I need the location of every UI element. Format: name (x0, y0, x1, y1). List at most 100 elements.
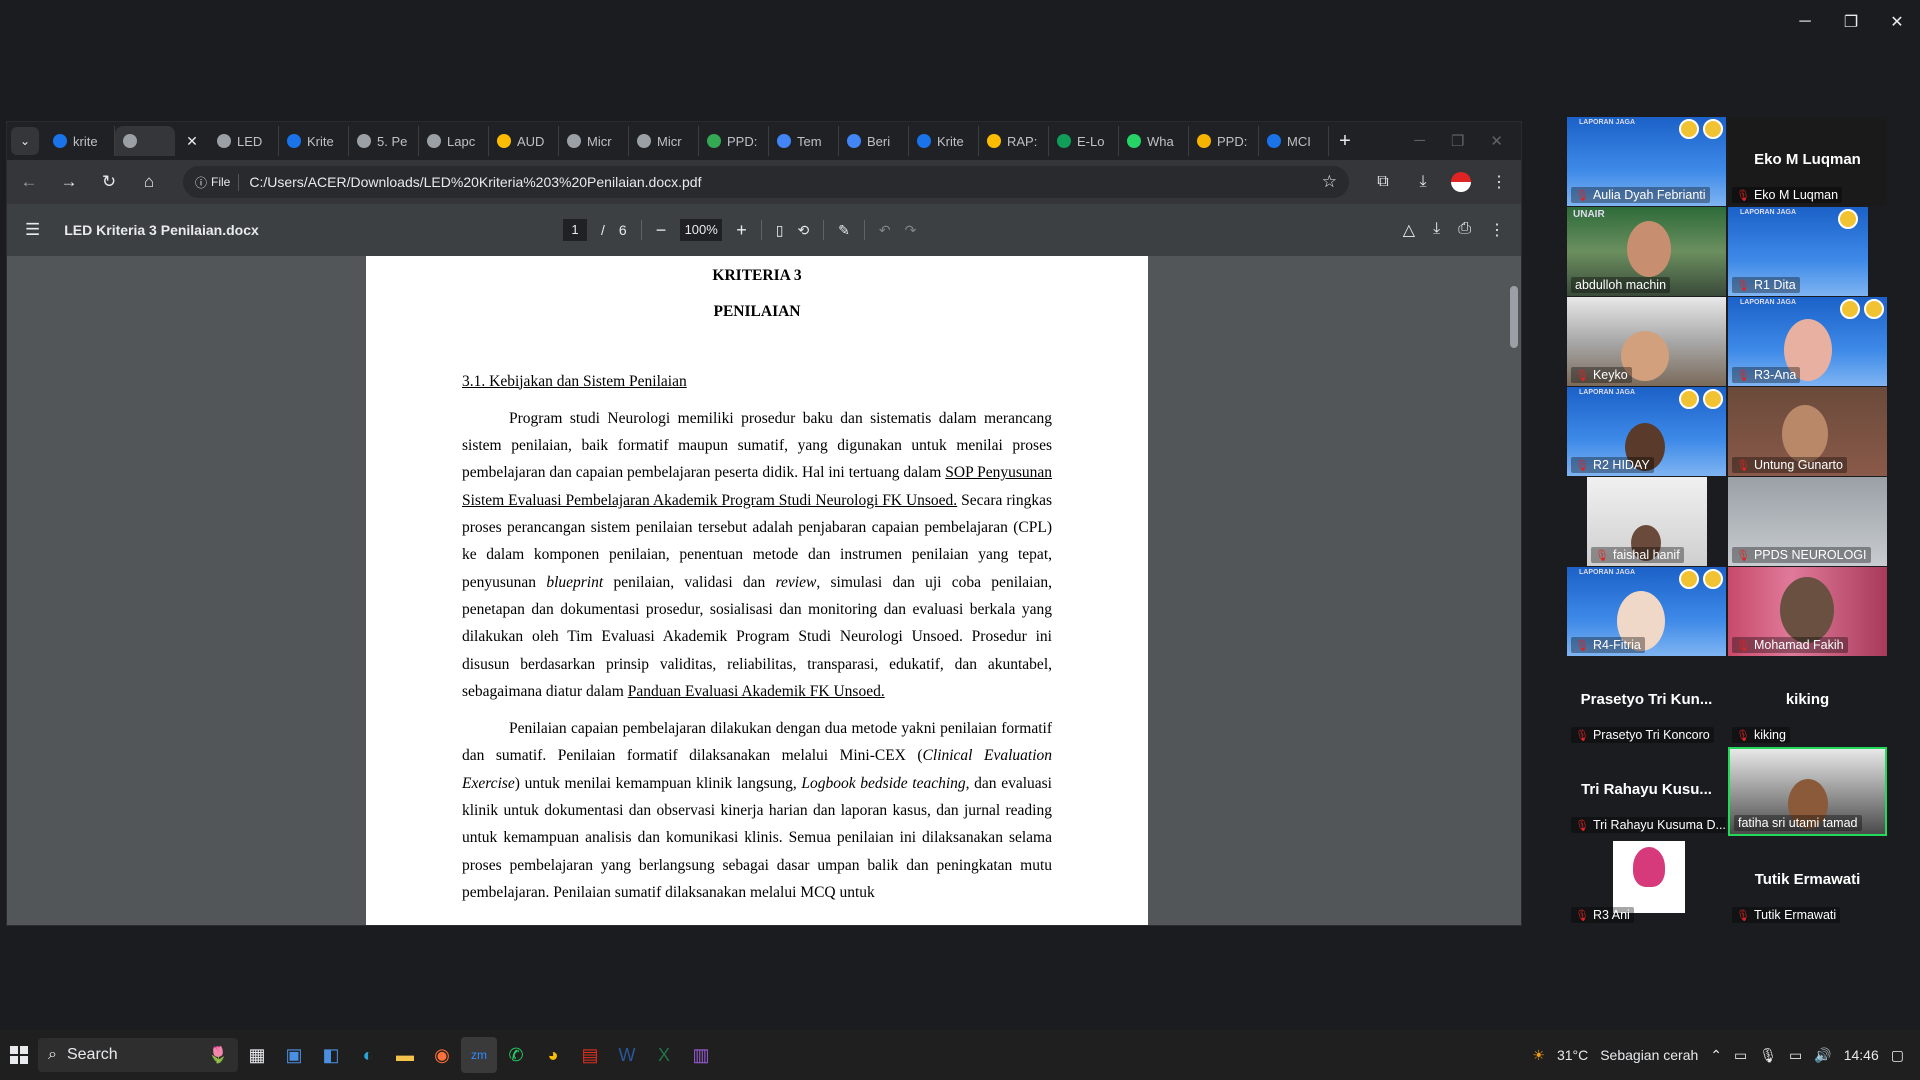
participant-tile[interactable]: 🎙 Keyko (1567, 297, 1726, 386)
fit-page-icon[interactable]: ▯ (776, 222, 784, 239)
participant-tile[interactable]: UNAIR abdulloh machin (1567, 207, 1726, 296)
tab-3[interactable]: Krite (279, 126, 349, 156)
tab-9[interactable]: PPD: (699, 126, 769, 156)
tab-favicon (637, 134, 651, 148)
participant-tile[interactable]: LAPORAN JAGA 🎙 R4-Fitria (1567, 567, 1726, 656)
excel-icon[interactable]: X (646, 1037, 682, 1073)
onenote-icon[interactable]: ▥ (683, 1037, 719, 1073)
tab-6[interactable]: AUD (489, 126, 559, 156)
chevron-up-icon[interactable]: ⌃ (1710, 1047, 1722, 1064)
tab-2[interactable]: LED (209, 126, 279, 156)
forward-icon[interactable]: → (57, 172, 81, 192)
store-icon[interactable]: ◧ (313, 1037, 349, 1073)
participant-tile[interactable]: Eko M Luqman 🎙 Eko M Luqman (1728, 117, 1887, 206)
zoom-out-button[interactable]: − (656, 220, 667, 241)
camera-icon[interactable]: ▭ (1734, 1047, 1747, 1064)
close-button[interactable]: ✕ (1874, 0, 1920, 44)
tab-favicon (987, 134, 1001, 148)
print-icon[interactable]: ⎙ (1458, 220, 1471, 240)
profile-avatar[interactable] (1451, 172, 1471, 192)
back-icon[interactable]: ← (17, 172, 41, 192)
scrollbar-thumb[interactable] (1510, 286, 1518, 348)
weather-icon[interactable]: ☀ (1532, 1047, 1545, 1064)
participant-tile[interactable]: 🎙 Mohamad Fakih (1728, 567, 1887, 656)
tab-11[interactable]: Beri (839, 126, 909, 156)
browser-menu-icon[interactable]: ⋮ (1487, 172, 1511, 192)
restore-button[interactable]: ❐ (1828, 0, 1874, 44)
browser-close-icon[interactable]: ✕ (1490, 132, 1503, 150)
edge-icon[interactable]: ◐ (350, 1037, 386, 1073)
tab-close-icon[interactable]: ✕ (175, 133, 209, 150)
tab-search-icon[interactable]: ⌄ (11, 127, 39, 155)
draw-icon[interactable]: ✎ (838, 222, 850, 239)
participant-tile[interactable]: 🎙 Untung Gunarto (1728, 387, 1887, 476)
word-icon[interactable]: W (609, 1037, 645, 1073)
extensions-icon[interactable]: ⧉ (1371, 173, 1395, 191)
pdf-more-icon[interactable]: ⋮ (1489, 220, 1505, 240)
page-number-input[interactable]: 1 (563, 219, 587, 241)
task-view-icon[interactable]: ▦ (239, 1037, 275, 1073)
file-explorer-icon[interactable]: ▬ (387, 1037, 423, 1073)
firefox-icon[interactable]: ◉ (424, 1037, 460, 1073)
participant-tile[interactable]: LAPORAN JAGA 🎙 R3-Ana (1728, 297, 1887, 386)
participant-tile[interactable]: 🎙 faishal hanif (1587, 477, 1707, 566)
browser-minimize-icon[interactable]: ─ (1414, 132, 1425, 150)
app-icon[interactable]: ▣ (276, 1037, 312, 1073)
microphone-icon[interactable]: 🎙 (1759, 1047, 1777, 1064)
redo-icon[interactable]: ↷ (905, 222, 917, 239)
home-icon[interactable]: ⌂ (137, 172, 161, 192)
tab-14[interactable]: E-Lo (1049, 126, 1119, 156)
acrobat-icon[interactable]: ▤ (572, 1037, 608, 1073)
taskbar-search[interactable]: ⌕ Search 🌷 (38, 1038, 238, 1072)
zoom-icon[interactable]: zm (461, 1037, 497, 1073)
whatsapp-icon[interactable]: ✆ (498, 1037, 534, 1073)
participant-tile[interactable]: LAPORAN JAGA 🎙 R2 HIDAY (1567, 387, 1726, 476)
participant-tile[interactable]: Tutik Ermawati 🎙 Tutik Ermawati (1728, 837, 1887, 926)
participant-tile-active-speaker[interactable]: fatiha sri utami tamad (1728, 747, 1887, 836)
rotate-icon[interactable]: ⟲ (797, 222, 809, 239)
participant-tile[interactable]: 🎙 R3 Ani (1567, 837, 1726, 926)
tab-12[interactable]: Krite (909, 126, 979, 156)
participant-tile[interactable]: Prasetyo Tri Kun... 🎙 Prasetyo Tri Koncor… (1567, 657, 1726, 746)
pdf-menu-icon[interactable]: ☰ (25, 220, 40, 240)
participant-tile[interactable]: LAPORAN JAGA 🎙 R1 Dita (1728, 207, 1868, 296)
address-bar[interactable]: ⓘ File C:/Users/ACER/Downloads/LED%20Kri… (183, 166, 1349, 198)
page-total: 6 (618, 222, 627, 238)
drive-save-icon[interactable]: △ (1403, 220, 1415, 240)
undo-icon[interactable]: ↶ (879, 222, 891, 239)
tab-16[interactable]: PPD: (1189, 126, 1259, 156)
tab-13[interactable]: RAP: (979, 126, 1049, 156)
participant-tile[interactable]: kiking 🎙 kiking (1728, 657, 1887, 746)
tab-15[interactable]: Wha (1119, 126, 1189, 156)
tab-17[interactable]: MCI (1259, 126, 1329, 156)
zoom-input[interactable]: 100% (680, 219, 723, 241)
tab-8[interactable]: Micr (629, 126, 699, 156)
site-info-chip[interactable]: ⓘ File (195, 173, 240, 191)
volume-icon[interactable]: 🔊 (1814, 1047, 1831, 1064)
pdf-download-icon[interactable]: ⤓ (1433, 220, 1440, 240)
tab-4[interactable]: 5. Pe (349, 126, 419, 156)
browser-restore-icon[interactable]: ❐ (1451, 132, 1464, 150)
reload-icon[interactable]: ↻ (97, 172, 121, 192)
minimize-button[interactable]: ─ (1782, 0, 1828, 44)
pdf-scrollbar[interactable] (1509, 258, 1519, 923)
participant-tile[interactable]: LAPORAN JAGA 🎙 Aulia Dyah Febrianti (1567, 117, 1726, 206)
participant-tile[interactable]: 🎙 PPDS NEUROLOGI (1728, 477, 1887, 566)
downloads-icon[interactable]: ⤓ (1411, 173, 1435, 191)
chrome-icon[interactable]: ◕ (535, 1037, 571, 1073)
clock[interactable]: 14:46 (1844, 1047, 1879, 1063)
tab-10[interactable]: Tem (769, 126, 839, 156)
tab-5[interactable]: Lapc (419, 126, 489, 156)
new-tab-button[interactable]: + (1329, 130, 1361, 153)
tab-7[interactable]: Micr (559, 126, 629, 156)
tab-0[interactable]: krite (45, 126, 115, 156)
tab-1[interactable] (115, 126, 175, 156)
participant-tile[interactable]: Tri Rahayu Kusu... 🎙 Tri Rahayu Kusuma D.… (1567, 747, 1726, 836)
bookmark-star-icon[interactable]: ☆ (1322, 172, 1337, 192)
zoom-in-button[interactable]: + (736, 220, 747, 241)
notification-icon[interactable]: ▢ (1891, 1047, 1904, 1064)
start-button[interactable] (0, 1046, 38, 1064)
pdf-viewer[interactable]: KRITERIA 3 PENILAIAN 3.1. Kebijakan dan … (7, 256, 1521, 925)
network-icon[interactable]: ▭ (1789, 1047, 1802, 1064)
tab-label: Wha (1147, 133, 1174, 149)
